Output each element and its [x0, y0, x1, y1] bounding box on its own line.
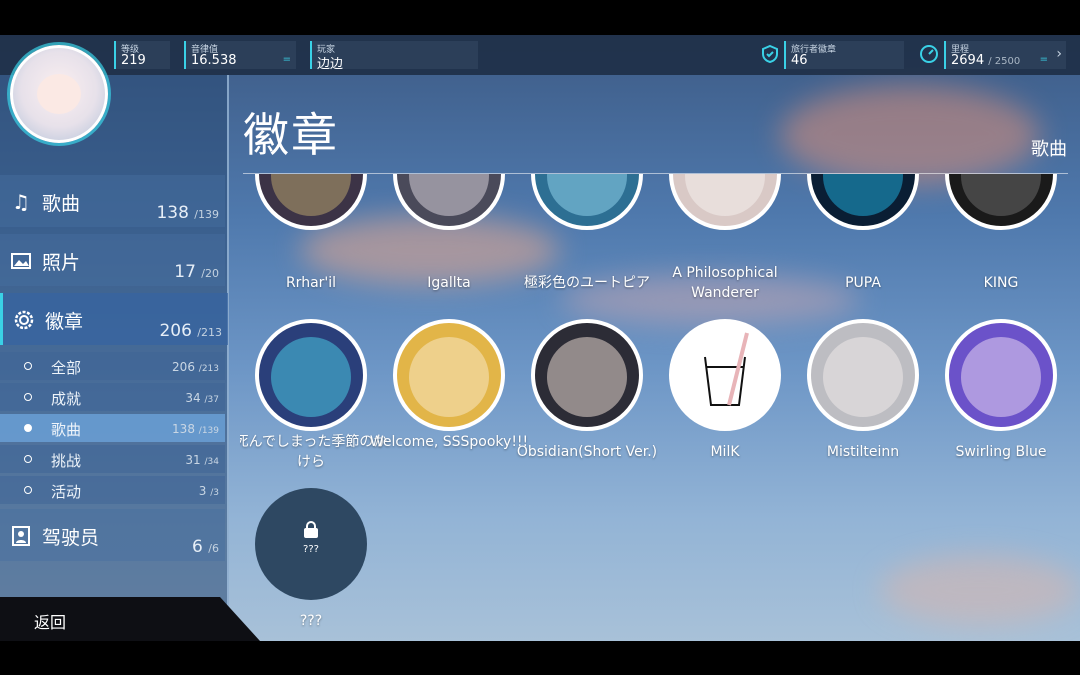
- player-avatar[interactable]: [10, 45, 108, 143]
- badge-shield-icon: [762, 44, 778, 64]
- sidebar-item-count: 6 /6: [192, 537, 219, 557]
- level-stat: 等级 219: [114, 41, 170, 69]
- badge-king[interactable]: [945, 174, 1057, 230]
- cloud: [780, 85, 1040, 185]
- badge-igallta[interactable]: [393, 174, 505, 230]
- badge-name: 極彩色のユートピア: [524, 275, 650, 291]
- back-label: 返回: [34, 613, 67, 632]
- speedometer-icon: [920, 45, 938, 63]
- badge-locked[interactable]: ???: [255, 488, 367, 600]
- filter-achievements[interactable]: 成就 34 /37: [0, 383, 225, 411]
- badge-mistilteinn[interactable]: [807, 319, 919, 431]
- badge-grid: Rrhar'il Igallta 極彩色のユートピア A Philosophic…: [240, 174, 1080, 641]
- top-status-bar: 等级 219 音律值 16.538 = 玩家 边边 旅行者徽章 46 里程 26…: [0, 35, 1080, 75]
- badge-milk[interactable]: [669, 319, 781, 431]
- badge-shindeshimatta[interactable]: [255, 319, 367, 431]
- sidebar-item-count: 206 /213: [159, 321, 222, 341]
- sidebar-item-label: 徽章: [45, 311, 84, 333]
- badge-name: PUPA: [845, 275, 881, 291]
- badge-name: MilK: [710, 444, 740, 460]
- lock-icon-body: [304, 528, 318, 538]
- badge-name: KING: [983, 275, 1019, 291]
- page-title: 徽章: [243, 108, 339, 162]
- player-stat: 玩家 边边: [310, 41, 478, 72]
- filter-events[interactable]: 活动 3 /3: [0, 476, 225, 504]
- filter-count: 206 /213: [172, 360, 219, 374]
- badge-welcome-ssspooky[interactable]: [393, 319, 505, 431]
- equals-icon: =: [282, 54, 291, 65]
- sidebar: ♫ 歌曲 138 /139 照片 17 /20 徽章 206 /213 全部 2…: [0, 75, 229, 641]
- locked-badge-placeholder: ???: [303, 544, 319, 555]
- chevron-right-icon: ›: [1056, 46, 1062, 62]
- image-icon: [11, 253, 31, 269]
- badge-name: ???: [299, 613, 323, 629]
- sidebar-item-badges[interactable]: 徽章 206 /213: [0, 293, 228, 345]
- level-value: 219: [121, 53, 146, 68]
- sidebar-item-count: 17 /20: [174, 262, 219, 282]
- equals-icon: =: [1039, 54, 1048, 65]
- filter-count: 31 /34: [185, 453, 219, 467]
- filter-count: 34 /37: [185, 391, 219, 405]
- filter-count: 3 /3: [198, 484, 219, 498]
- radio-dot: [24, 362, 32, 370]
- filter-songs[interactable]: 歌曲 138 /139: [0, 414, 225, 442]
- sidebar-item-label: 歌曲: [42, 193, 81, 215]
- radio-dot: [24, 486, 32, 494]
- category-filter-label[interactable]: 歌曲: [1031, 135, 1067, 161]
- badge-pupa[interactable]: [807, 174, 919, 230]
- sidebar-item-photos[interactable]: 照片 17 /20: [0, 234, 225, 286]
- filter-label: 活动: [51, 483, 82, 501]
- badge-swirling-blue[interactable]: [945, 319, 1057, 431]
- portrait-icon: [12, 526, 30, 546]
- rks-stat: 音律值 16.538 =: [184, 41, 296, 69]
- filter-label: 成就: [51, 390, 82, 408]
- rks-value: 16.538: [191, 53, 237, 68]
- sidebar-item-label: 照片: [42, 252, 81, 274]
- back-button[interactable]: 返回: [0, 597, 260, 641]
- avatar-face: [37, 74, 81, 114]
- radio-dot: [24, 393, 32, 401]
- mileage-stat[interactable]: 里程 2694 / 2500 = ›: [944, 41, 1066, 69]
- player-name: 边边: [317, 57, 344, 72]
- badge-obsidian[interactable]: [531, 319, 643, 431]
- sidebar-item-count: 138 /139: [156, 203, 219, 223]
- filter-label: 歌曲: [51, 421, 82, 439]
- game-screen: 等级 219 音律值 16.538 = 玩家 边边 旅行者徽章 46 里程 26…: [0, 35, 1080, 641]
- badge-philosophical-wanderer[interactable]: [669, 174, 781, 230]
- radio-dot: [24, 455, 32, 463]
- sidebar-item-songs[interactable]: ♫ 歌曲 138 /139: [0, 175, 225, 227]
- sidebar-item-label: 驾驶员: [42, 527, 100, 549]
- badge-name: Obsidian(Short Ver.): [516, 444, 658, 460]
- badge-name: A Philosophical Wanderer: [672, 265, 778, 301]
- badge-name: Swirling Blue: [955, 444, 1047, 460]
- sidebar-item-drivers[interactable]: 驾驶员 6 /6: [0, 509, 225, 561]
- filter-count: 138 /139: [172, 422, 219, 436]
- badge-name: Igallta: [427, 275, 471, 291]
- filter-challenges[interactable]: 挑战 31 /34: [0, 445, 225, 473]
- badge-gokusaishoku[interactable]: [531, 174, 643, 230]
- milk-glass-icon: [704, 332, 749, 406]
- filter-all[interactable]: 全部 206 /213: [0, 352, 225, 380]
- badge-name: Mistilteinn: [826, 444, 900, 460]
- music-note-icon: ♫: [12, 190, 30, 214]
- badge-rrharil[interactable]: [255, 174, 367, 230]
- traveler-badge-value: 46: [791, 53, 808, 68]
- traveler-badge-stat: 旅行者徽章 46: [784, 41, 904, 69]
- mileage-value: 2694 / 2500: [951, 53, 1021, 68]
- gear-badge-icon: [14, 310, 34, 330]
- filter-label: 挑战: [51, 452, 82, 470]
- filter-label: 全部: [51, 359, 82, 377]
- badge-name: Welcome, SSSpooky!!!: [369, 434, 529, 450]
- radio-dot: [24, 424, 32, 432]
